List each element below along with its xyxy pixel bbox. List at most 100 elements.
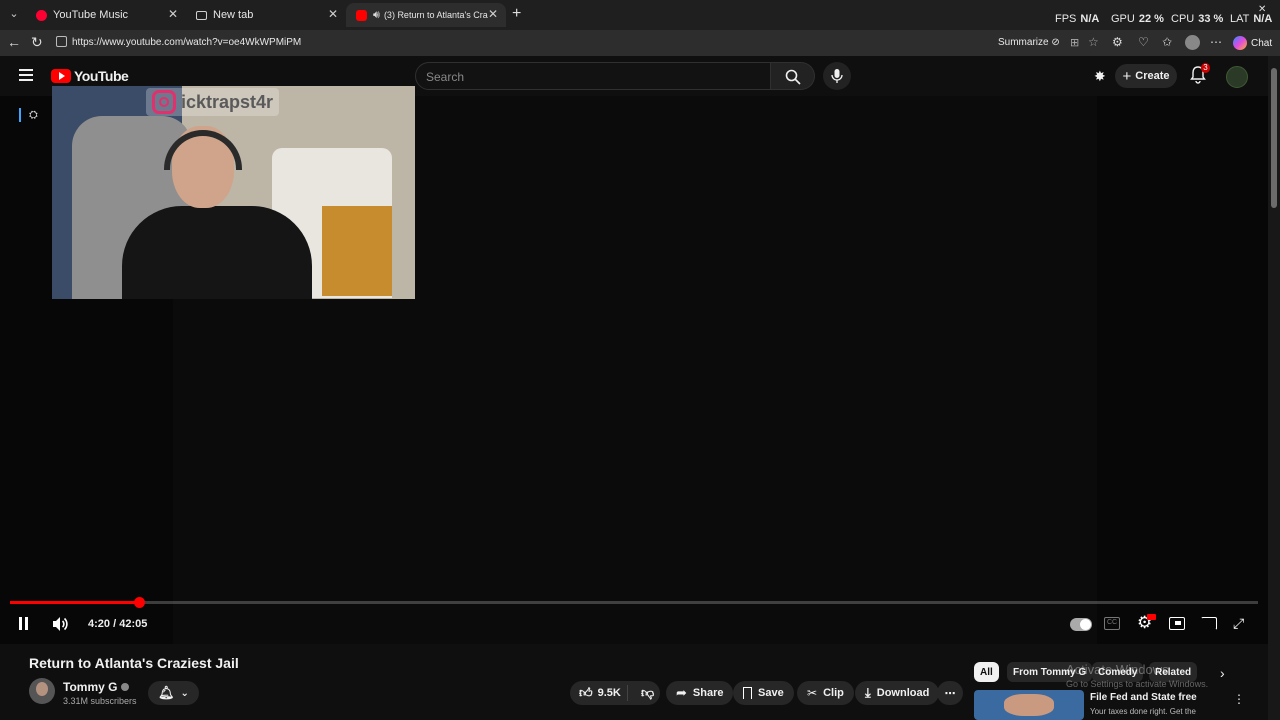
back-icon[interactable]: ← xyxy=(7,35,21,49)
like-button[interactable]: 👍︎ 9.5K xyxy=(570,685,628,701)
bell-icon: 🔔︎ xyxy=(158,685,175,700)
favorite-star-icon[interactable]: ☆ xyxy=(1088,35,1099,49)
miniplayer-icon xyxy=(1175,621,1181,625)
instagram-icon xyxy=(152,90,176,114)
progress-bar[interactable] xyxy=(10,597,1258,608)
chips-next-arrow-icon[interactable]: › xyxy=(1220,665,1225,681)
save-button[interactable]: Save xyxy=(733,681,794,705)
screen-share-icon: ⛭ xyxy=(29,109,38,121)
thumbs-down-icon: 👎︎ xyxy=(641,685,655,700)
tab-title: YouTube Music xyxy=(53,9,129,21)
subtitles-button[interactable]: CC xyxy=(1104,617,1120,630)
tab-new-tab[interactable]: New tab ✕ xyxy=(186,3,346,27)
more-menu-icon[interactable]: ⋯ xyxy=(1210,35,1222,49)
youtube-icon xyxy=(356,9,367,21)
settings-button[interactable]: ⚙ xyxy=(1137,613,1156,633)
tab-list-dropdown[interactable]: ⌄ xyxy=(6,7,22,23)
instagram-handle: icktrapst4r xyxy=(181,91,274,112)
volume-button[interactable] xyxy=(51,615,69,638)
pause-button[interactable] xyxy=(18,617,30,631)
person-body xyxy=(122,206,312,299)
ad-menu-icon[interactable]: ⋮ xyxy=(1233,692,1245,706)
ad-title[interactable]: File Fed and State free xyxy=(1090,692,1197,703)
more-horizontal-icon: ⋯ xyxy=(944,687,956,700)
clip-button[interactable]: ✂ Clip xyxy=(797,681,854,705)
profile-avatar[interactable] xyxy=(1185,35,1200,50)
address-bar[interactable]: https://www.youtube.com/watch?v=oe4WkWPM… xyxy=(50,33,1100,53)
chevron-down-icon: ⌄ xyxy=(180,687,189,699)
speaker-icon[interactable]: 🔊︎ xyxy=(373,9,380,22)
progress-played xyxy=(10,601,139,604)
hamburger-menu-icon[interactable] xyxy=(19,69,33,81)
hd-badge xyxy=(1147,614,1156,620)
ad-subtitle: Your taxes done right. Get the xyxy=(1090,707,1196,716)
current-time: 4:20 xyxy=(88,618,111,630)
browser-toolbar: ← ↻ https://www.youtube.com/watch?v=oe4W… xyxy=(0,30,1280,56)
plus-icon: + xyxy=(1122,67,1132,85)
channel-name[interactable]: Tommy G xyxy=(63,680,130,694)
miniplayer-button[interactable] xyxy=(1169,617,1185,630)
verified-icon xyxy=(121,683,130,691)
cc-icon: CC xyxy=(1106,619,1118,626)
search-icon xyxy=(785,69,801,85)
like-dislike-group: 👍︎ 9.5K 👎︎ xyxy=(570,681,660,705)
cast-button[interactable] xyxy=(1201,617,1217,630)
autoplay-toggle[interactable] xyxy=(1070,618,1092,631)
subscribed-notification-button[interactable]: 🔔︎ ⌄ xyxy=(148,681,199,705)
more-actions-button[interactable]: ⋯ xyxy=(937,681,963,705)
scrubber-handle[interactable] xyxy=(133,597,145,608)
microphone-icon xyxy=(831,69,843,83)
poster-art xyxy=(322,206,392,296)
new-tab-button[interactable]: + xyxy=(512,5,521,23)
account-avatar[interactable] xyxy=(1226,66,1248,88)
download-button[interactable]: ⤓ Download xyxy=(855,681,940,705)
new-tab-page-icon xyxy=(196,10,207,20)
thumbs-up-icon: 👍︎ xyxy=(579,685,593,700)
instagram-overlay: icktrapst4r xyxy=(146,88,280,116)
close-tab-icon[interactable]: ✕ xyxy=(168,7,178,21)
mini-guide-indicator xyxy=(19,108,21,122)
fullscreen-button[interactable]: ⤢ xyxy=(1233,615,1244,632)
tab-youtube-video[interactable]: 🔊︎ (3) Return to Atlanta's Crazies ✕ xyxy=(346,3,506,27)
youtube-logo[interactable]: YouTube xyxy=(51,68,129,84)
gpu-readout: GPU 22 % xyxy=(1111,13,1164,25)
favorites-icon[interactable]: ✩ xyxy=(1162,35,1172,49)
scrollbar-thumb[interactable] xyxy=(1271,68,1277,208)
channel-avatar[interactable] xyxy=(29,678,55,704)
close-tab-icon[interactable]: ✕ xyxy=(328,7,338,21)
copilot-chat-button[interactable]: Chat xyxy=(1233,34,1272,52)
dislike-button[interactable]: 👎︎ xyxy=(634,685,654,701)
site-info-icon[interactable] xyxy=(56,36,67,47)
notification-count-badge: 3 xyxy=(1201,63,1210,73)
notifications-button[interactable]: 3 xyxy=(1190,63,1210,86)
page-scrollbar[interactable] xyxy=(1268,56,1280,720)
fps-readout: FPS N/A xyxy=(1055,13,1100,25)
extension-puzzle-icon[interactable]: ✸ xyxy=(1094,68,1106,85)
webcam-overlay: icktrapst4r xyxy=(52,86,415,299)
summarize-icon: ⊘ xyxy=(1051,37,1060,48)
browser-tab-strip: ⌄ YouTube Music ✕ New tab ✕ 🔊︎ (3) Retur… xyxy=(0,0,1280,30)
app-available-icon[interactable]: ⊞ xyxy=(1070,36,1079,49)
window-close-icon[interactable]: ✕ xyxy=(1258,4,1266,15)
share-icon: ➦ xyxy=(676,685,687,700)
refresh-icon[interactable]: ↻ xyxy=(31,35,43,49)
subscriber-count: 3.31M subscribers xyxy=(63,696,137,706)
browser-essentials-icon[interactable]: ♡ xyxy=(1138,35,1149,49)
create-button[interactable]: + Create xyxy=(1115,64,1177,88)
url-text[interactable]: https://www.youtube.com/watch?v=oe4WkWPM… xyxy=(72,37,301,48)
time-display: 4:20 / 42:05 xyxy=(88,618,148,630)
close-tab-icon[interactable]: ✕ xyxy=(488,7,498,21)
share-button[interactable]: ➦ Share xyxy=(666,681,734,705)
search-input[interactable]: Search xyxy=(415,62,771,90)
search-button[interactable] xyxy=(771,62,815,90)
chip-all[interactable]: All xyxy=(974,662,999,682)
ad-thumbnail[interactable] xyxy=(974,690,1084,720)
volume-icon xyxy=(53,617,68,631)
extensions-icon[interactable]: ⚙ xyxy=(1112,35,1123,49)
scissors-icon: ✂ xyxy=(807,686,818,700)
summarize-button[interactable]: Summarize ⊘ xyxy=(998,37,1060,48)
tab-title: (3) Return to Atlanta's Crazies xyxy=(383,10,488,20)
voice-search-button[interactable] xyxy=(823,62,851,90)
fullscreen-icon: ⤢ xyxy=(1233,615,1245,631)
tab-youtube-music[interactable]: YouTube Music ✕ xyxy=(26,3,186,27)
